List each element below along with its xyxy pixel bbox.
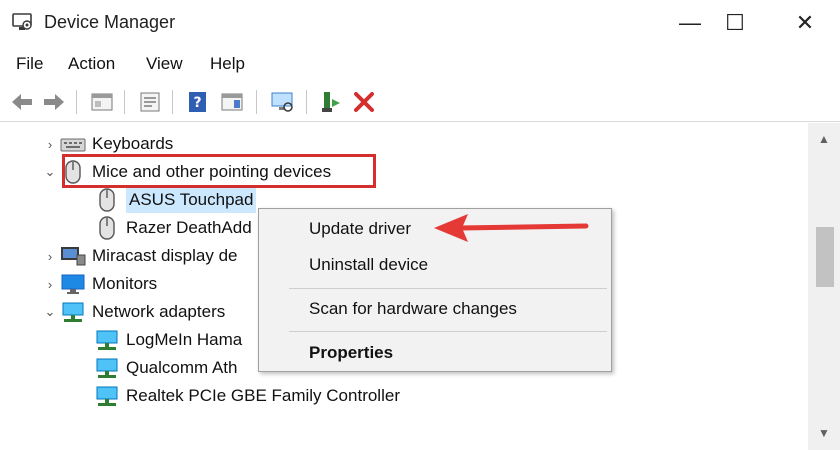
network-icon	[94, 357, 120, 379]
scroll-up-icon[interactable]: ▲	[808, 129, 840, 149]
properties-icon[interactable]	[136, 88, 164, 116]
chevron-down-icon[interactable]: ⌄	[40, 159, 60, 185]
network-icon	[94, 385, 120, 407]
tree-item-label: Network adapters	[92, 302, 226, 321]
title-bar: Device Manager — ☐ ✕	[0, 0, 840, 46]
menu-item-properties[interactable]: Properties	[309, 343, 393, 363]
menu-file[interactable]: File	[16, 54, 43, 74]
tree-item-label: Qualcomm Ath	[126, 358, 238, 377]
chevron-right-icon[interactable]: ›	[40, 243, 60, 269]
tree-item-label: Miracast display de	[92, 246, 238, 265]
menu-item-update-driver[interactable]: Update driver	[309, 219, 411, 239]
chevron-down-icon[interactable]: ⌄	[40, 299, 60, 325]
tree-item-razer[interactable]: Razer DeathAdd	[94, 215, 252, 241]
chevron-right-icon[interactable]: ›	[40, 271, 60, 297]
tree-item-qualcomm[interactable]: Qualcomm Ath	[94, 355, 238, 381]
action-pane-icon[interactable]	[218, 88, 246, 116]
tree-item-logmein[interactable]: LogMeIn Hama	[94, 327, 242, 353]
network-icon	[94, 329, 120, 351]
annotation-arrow-icon	[434, 214, 589, 242]
chevron-right-icon[interactable]: ›	[40, 131, 60, 157]
update-driver-icon[interactable]	[316, 88, 344, 116]
toolbar-separator	[76, 90, 77, 114]
toolbar-separator	[306, 90, 307, 114]
mouse-icon	[94, 216, 120, 240]
tree-item-realtek[interactable]: Realtek PCIe GBE Family Controller	[94, 383, 400, 409]
help-icon[interactable]: ?	[184, 88, 212, 116]
scroll-down-icon[interactable]: ▼	[808, 423, 840, 443]
monitor-icon	[60, 273, 86, 295]
toolbar-separator	[172, 90, 173, 114]
tree-item-asus-touchpad[interactable]: ASUS Touchpad	[94, 187, 257, 213]
network-icon	[60, 301, 86, 323]
tree-item-label: LogMeIn Hama	[126, 330, 243, 349]
tree-item-label: ASUS Touchpad	[126, 187, 257, 213]
tree-item-label: Realtek PCIe GBE Family Controller	[126, 386, 400, 405]
forward-icon[interactable]	[40, 88, 68, 116]
keyboard-icon	[60, 133, 86, 155]
menu-action[interactable]: Action	[68, 54, 115, 74]
menu-view[interactable]: View	[146, 54, 183, 74]
menu-help[interactable]: Help	[210, 54, 245, 74]
toolbar-separator	[256, 90, 257, 114]
back-icon[interactable]	[8, 88, 36, 116]
svg-text:?: ?	[193, 95, 201, 111]
tree-item-miracast[interactable]: › Miracast display de	[40, 243, 238, 269]
tree-item-label: Razer DeathAdd	[126, 218, 252, 237]
device-manager-icon	[10, 10, 34, 34]
console-icon[interactable]	[88, 88, 116, 116]
highlight-box	[62, 154, 376, 188]
menu-separator	[289, 331, 607, 332]
window-title: Device Manager	[44, 12, 176, 32]
tree-item-network-adapters[interactable]: ⌄ Network adapters	[40, 299, 225, 325]
tree-item-label: Monitors	[92, 274, 158, 293]
scrollbar-thumb[interactable]	[816, 227, 834, 287]
close-button[interactable]: ✕	[775, 0, 835, 46]
toolbar-separator	[124, 90, 125, 114]
scan-icon[interactable]	[268, 88, 296, 116]
menu-item-uninstall-device[interactable]: Uninstall device	[309, 255, 428, 275]
tree-item-monitors[interactable]: › Monitors	[40, 271, 157, 297]
display-icon	[60, 245, 86, 267]
toolbar: ?	[0, 82, 840, 122]
mouse-icon	[94, 188, 120, 212]
uninstall-icon[interactable]	[350, 88, 378, 116]
menu-item-scan-hardware[interactable]: Scan for hardware changes	[309, 299, 517, 319]
menu-bar: File Action View Help	[0, 46, 840, 82]
vertical-scrollbar[interactable]: ▲ ▼	[808, 123, 840, 450]
menu-separator	[289, 288, 607, 289]
maximize-button[interactable]: ☐	[705, 0, 765, 46]
